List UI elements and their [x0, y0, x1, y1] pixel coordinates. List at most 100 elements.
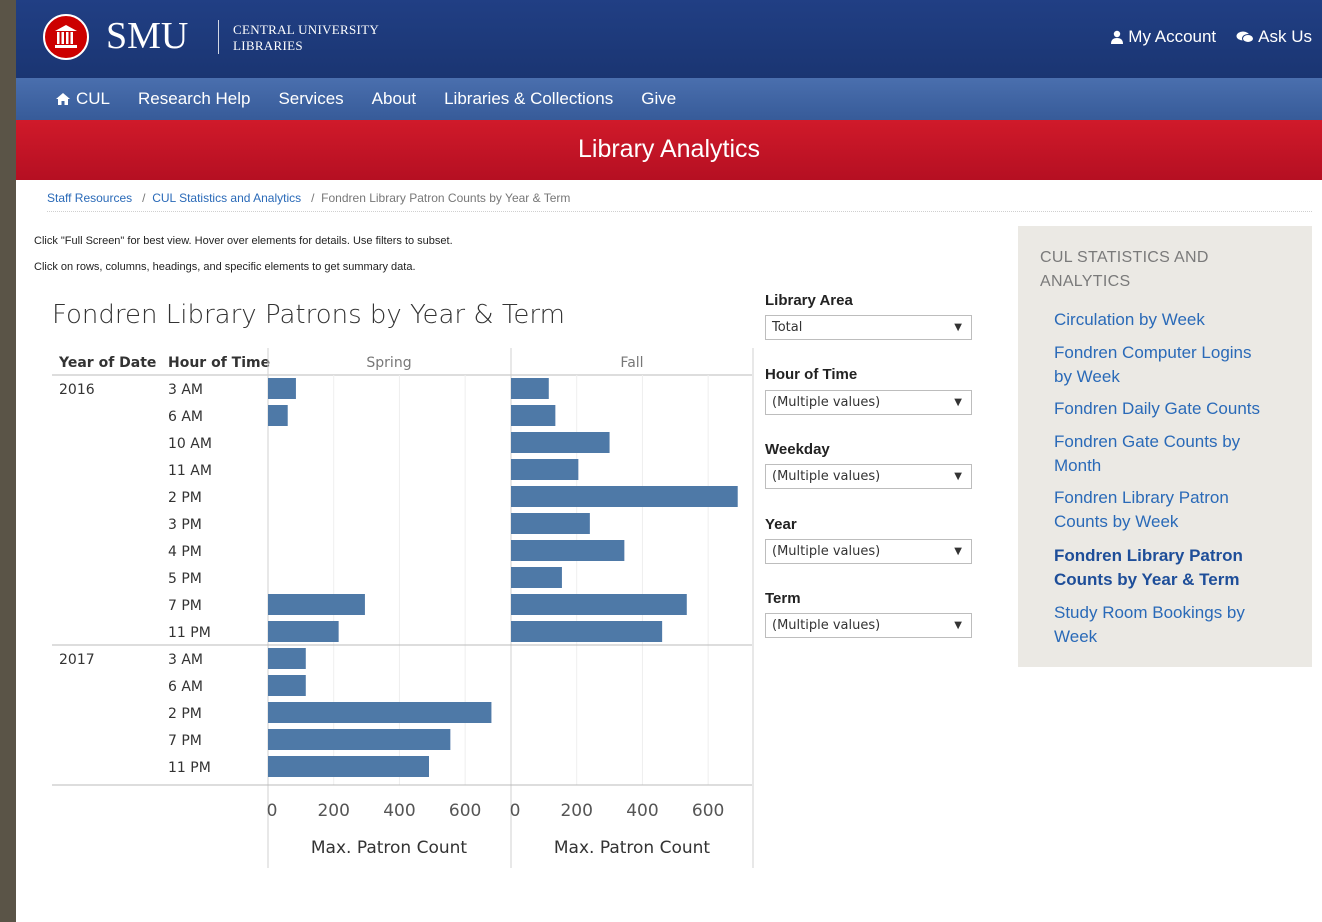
- sidebar: CUL STATISTICS AND ANALYTICS Circulation…: [1018, 226, 1312, 667]
- bar[interactable]: [268, 594, 365, 615]
- bar[interactable]: [268, 756, 429, 777]
- bar[interactable]: [268, 675, 306, 696]
- sidebar-link-computer-logins[interactable]: Fondren Computer Logins by Week: [1054, 341, 1294, 389]
- filter-weekday-select[interactable]: (Multiple values) ▼: [765, 464, 972, 489]
- hour-label: 4 PM: [168, 544, 202, 560]
- bar[interactable]: [511, 621, 663, 642]
- filter-label-hour-of-time: Hour of Time: [765, 366, 858, 383]
- chat-bubbles-icon: [1236, 31, 1255, 43]
- hour-label: 11 PM: [168, 625, 211, 641]
- filter-label-library-area: Library Area: [765, 292, 853, 309]
- bar[interactable]: [511, 486, 738, 507]
- sidebar-title: CUL STATISTICS AND ANALYTICS: [1040, 246, 1209, 294]
- x-axis-label: Max. Patron Count: [311, 838, 468, 858]
- bar[interactable]: [268, 648, 306, 669]
- bar[interactable]: [268, 729, 451, 750]
- year-label: 2016: [59, 382, 95, 398]
- filter-value: (Multiple values): [772, 544, 881, 559]
- sidebar-link-line: Counts by Year & Term: [1054, 570, 1240, 589]
- year-label: 2017: [59, 652, 95, 668]
- x-tick-label: 0: [510, 801, 521, 821]
- bar[interactable]: [268, 702, 492, 723]
- bar[interactable]: [511, 405, 556, 426]
- filter-label-term: Term: [765, 590, 801, 607]
- dropdown-arrow-icon: ▼: [954, 322, 962, 333]
- bar[interactable]: [268, 621, 339, 642]
- sidebar-link-patron-counts-by-year-term[interactable]: Fondren Library Patron Counts by Year & …: [1054, 544, 1294, 592]
- sidebar-link-line: Fondren Library Patron: [1054, 546, 1243, 565]
- filter-year-select[interactable]: (Multiple values) ▼: [765, 539, 972, 564]
- sidebar-link-line: Fondren Gate Counts by: [1054, 432, 1241, 451]
- filter-hour-of-time-select[interactable]: (Multiple values) ▼: [765, 390, 972, 415]
- bar[interactable]: [511, 513, 590, 534]
- bar[interactable]: [511, 432, 610, 453]
- sidebar-link-patron-counts-by-week[interactable]: Fondren Library Patron Counts by Week: [1054, 486, 1294, 534]
- page: SMU CENTRAL UNIVERSITY LIBRARIES My Acco…: [16, 0, 1322, 922]
- hour-label: 11 AM: [168, 463, 212, 479]
- sidebar-link-line: Counts by Week: [1054, 512, 1179, 531]
- column-header-spring: Spring: [366, 355, 411, 371]
- hour-label: 6 AM: [168, 409, 203, 425]
- row-header-hour: Hour of Time: [168, 355, 270, 371]
- ask-us-label: Ask Us: [1258, 27, 1312, 46]
- dropdown-arrow-icon: ▼: [954, 471, 962, 482]
- bar-chart[interactable]: Year of Date Hour of Time Spring Fall 2016 3 …: [16, 0, 776, 922]
- bar[interactable]: [511, 378, 549, 399]
- sidebar-link-line: Fondren Daily Gate Counts: [1054, 399, 1260, 418]
- sidebar-title-line2: ANALYTICS: [1040, 273, 1131, 290]
- filter-label-year: Year: [765, 516, 797, 533]
- account-links: My Account Ask Us: [1110, 27, 1312, 47]
- filter-value: (Multiple values): [772, 395, 881, 410]
- hour-label: 5 PM: [168, 571, 202, 587]
- dropdown-arrow-icon: ▼: [954, 397, 962, 408]
- sidebar-link-gate-counts-by-month[interactable]: Fondren Gate Counts by Month: [1054, 430, 1294, 478]
- hour-label: 3 PM: [168, 517, 202, 533]
- x-tick-label: 200: [560, 801, 592, 821]
- x-tick-label: 400: [383, 801, 415, 821]
- bar[interactable]: [268, 378, 296, 399]
- hour-label: 2 PM: [168, 706, 202, 722]
- filter-value: (Multiple values): [772, 618, 881, 633]
- hour-label: 10 AM: [168, 436, 212, 452]
- my-account-label: My Account: [1128, 27, 1217, 46]
- bar[interactable]: [511, 567, 562, 588]
- bar[interactable]: [511, 459, 579, 480]
- filter-term-select[interactable]: (Multiple values) ▼: [765, 613, 972, 638]
- sidebar-link-line: by Week: [1054, 367, 1120, 386]
- my-account-link[interactable]: My Account: [1110, 27, 1216, 47]
- hour-label: 3 AM: [168, 652, 203, 668]
- hour-label: 3 AM: [168, 382, 203, 398]
- dropdown-arrow-icon: ▼: [954, 620, 962, 631]
- sidebar-link-line: Week: [1054, 627, 1098, 646]
- x-tick-label: 400: [626, 801, 658, 821]
- sidebar-link-line: Fondren Library Patron: [1054, 488, 1229, 507]
- ask-us-link[interactable]: Ask Us: [1236, 27, 1312, 47]
- sidebar-link-circulation-by-week[interactable]: Circulation by Week: [1054, 308, 1294, 332]
- sidebar-link-line: Circulation by Week: [1054, 310, 1205, 329]
- sidebar-link-line: Month: [1054, 456, 1102, 475]
- sidebar-link-study-room-bookings[interactable]: Study Room Bookings by Week: [1054, 601, 1294, 649]
- filter-value: (Multiple values): [772, 469, 881, 484]
- hour-label: 7 PM: [168, 733, 202, 749]
- hour-label: 11 PM: [168, 760, 211, 776]
- hour-label: 2 PM: [168, 490, 202, 506]
- filter-value: Total: [772, 320, 803, 335]
- x-tick-label: 600: [692, 801, 724, 821]
- sidebar-title-line1: CUL STATISTICS AND: [1040, 249, 1209, 266]
- filter-library-area-select[interactable]: Total ▼: [765, 315, 972, 340]
- user-icon: [1111, 30, 1124, 44]
- hour-label: 7 PM: [168, 598, 202, 614]
- sidebar-link-line: Study Room Bookings by: [1054, 603, 1245, 622]
- bar[interactable]: [511, 594, 687, 615]
- x-tick-label: 200: [317, 801, 349, 821]
- sidebar-link-line: Fondren Computer Logins: [1054, 343, 1252, 362]
- x-axis-label: Max. Patron Count: [554, 838, 711, 858]
- x-tick-label: 0: [267, 801, 278, 821]
- hour-label: 6 AM: [168, 679, 203, 695]
- sidebar-link-daily-gate-counts[interactable]: Fondren Daily Gate Counts: [1054, 397, 1294, 421]
- dropdown-arrow-icon: ▼: [954, 546, 962, 557]
- filter-label-weekday: Weekday: [765, 441, 830, 458]
- bar[interactable]: [268, 405, 288, 426]
- bar[interactable]: [511, 540, 625, 561]
- x-tick-label: 600: [449, 801, 481, 821]
